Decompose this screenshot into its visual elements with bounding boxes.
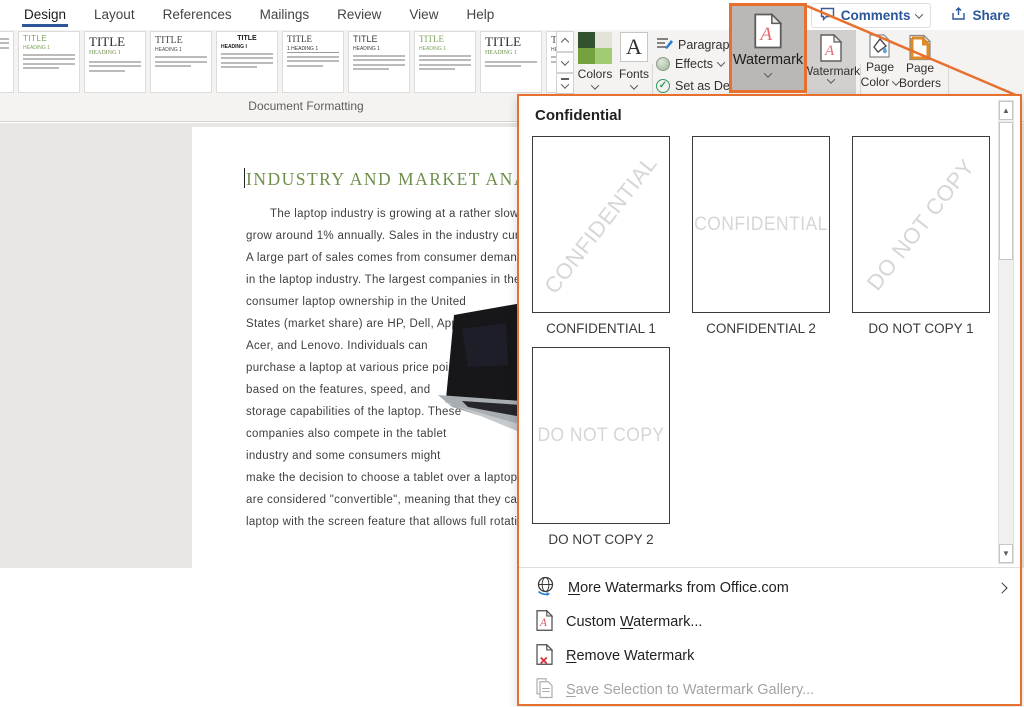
tab-review[interactable]: Review <box>323 0 395 30</box>
watermark-button[interactable]: A Watermark <box>806 30 856 97</box>
tab-design[interactable]: Design <box>10 0 80 30</box>
colors-button[interactable]: Colors <box>575 32 615 96</box>
gallery-more-button[interactable] <box>556 73 574 94</box>
chevron-down-icon <box>717 58 725 66</box>
watermark-option-confidential-1[interactable]: CONFIDENTIAL <box>532 136 670 313</box>
style-set-thumbnail[interactable]: TITLE HEADING I <box>216 31 278 93</box>
menu-item-more-watermarks[interactable]: More Watermarks from Office.com <box>519 571 1020 605</box>
svg-text:A: A <box>824 43 835 59</box>
style-set-thumbnail[interactable]: TITLE HEADING 1 <box>348 31 410 93</box>
scrollbar-thumb[interactable] <box>999 122 1013 260</box>
tab-view[interactable]: View <box>395 0 452 30</box>
comments-button[interactable]: Comments <box>811 3 932 28</box>
watermark-option-confidential-2[interactable]: CONFIDENTIAL <box>692 136 830 313</box>
fonts-button[interactable]: A Fonts <box>614 32 654 96</box>
menu-item-save-selection-to-gallery: Save Selection to Watermark Gallery... <box>519 673 1020 707</box>
tab-layout[interactable]: Layout <box>80 0 149 30</box>
watermark-section-title: Confidential <box>535 107 622 124</box>
chevron-down-icon[interactable] <box>915 10 923 18</box>
watermark-dropdown-panel: Confidential CONFIDENTIAL CONFIDENTIAL D… <box>517 94 1022 706</box>
svg-text:A: A <box>758 24 772 45</box>
effects-icon <box>656 57 670 71</box>
text-cursor <box>244 168 245 188</box>
panel-scrollbar[interactable]: ▲ ▼ <box>998 100 1014 564</box>
chevron-down-icon <box>630 81 638 89</box>
scroll-up-button[interactable]: ▲ <box>999 101 1013 120</box>
tab-mailings[interactable]: Mailings <box>246 0 324 30</box>
tab-references[interactable]: References <box>149 0 246 30</box>
submenu-arrow-icon <box>996 582 1007 593</box>
comment-bubble-icon <box>820 7 835 24</box>
gallery-scroll-up-button[interactable] <box>556 31 574 52</box>
menu-separator <box>519 567 1020 568</box>
checkmark-icon: ✓ <box>656 79 670 93</box>
menu-item-custom-watermark[interactable]: A Custom Watermark... <box>519 605 1020 639</box>
scroll-down-button[interactable]: ▼ <box>999 544 1013 563</box>
paragraph-spacing-icon <box>656 36 673 54</box>
style-set-thumbnail[interactable]: TITLE HEADING 1 <box>84 31 146 93</box>
chevron-down-icon <box>764 69 772 77</box>
gallery-scroll-down-button[interactable] <box>556 52 574 73</box>
style-set-thumbnail[interactable]: TITLE HEADING 1 <box>546 31 556 93</box>
save-gallery-icon <box>536 678 553 703</box>
style-set-thumbnail[interactable] <box>0 31 14 93</box>
watermark-callout[interactable]: A Watermark <box>729 3 807 93</box>
colors-icon <box>578 32 612 64</box>
style-set-thumbnail[interactable]: TITLE 1 HEADING 1 <box>282 31 344 93</box>
share-button[interactable]: Share <box>945 4 1016 27</box>
watermark-option-do-not-copy-2[interactable]: DO NOT COPY <box>532 347 670 524</box>
custom-watermark-icon: A <box>536 610 553 635</box>
watermark-icon: A <box>754 13 782 49</box>
watermark-icon: A <box>820 34 842 62</box>
style-set-thumbnail[interactable]: TITLE HEADING 1 <box>150 31 212 93</box>
style-set-thumbnail[interactable]: TITLE HEADING 1 <box>480 31 542 93</box>
style-set-thumbnail[interactable]: TITLE HEADING 1 <box>18 31 80 93</box>
remove-watermark-icon <box>536 644 553 669</box>
style-set-gallery: TITLE HEADING 1 TITLE HEADING 1 TITLE HE… <box>0 31 556 95</box>
tab-help[interactable]: Help <box>452 0 508 30</box>
share-icon <box>951 7 966 24</box>
set-as-default-button[interactable]: ✓ Set as Defa <box>656 79 740 93</box>
menu-item-remove-watermark[interactable]: Remove Watermark <box>519 639 1020 673</box>
fonts-icon: A <box>620 32 648 62</box>
page-borders-button[interactable]: Page Borders <box>898 34 942 91</box>
page-color-button[interactable]: Page Color <box>858 34 902 90</box>
paragraph-spacing-button[interactable]: Paragraph <box>656 36 736 54</box>
globe-icon <box>536 576 555 600</box>
page-borders-icon <box>908 34 932 61</box>
svg-text:A: A <box>539 616 547 628</box>
style-set-thumbnail[interactable]: TITLE HEADING 1 <box>414 31 476 93</box>
page-color-icon <box>867 34 893 60</box>
laptop-image[interactable] <box>432 303 522 453</box>
watermark-option-do-not-copy-1[interactable]: DO NOT COPY <box>852 136 990 313</box>
chevron-down-icon <box>591 81 599 89</box>
effects-button[interactable]: Effects <box>656 57 724 71</box>
document-page[interactable]: INDUSTRY AND MARKET ANALYSIS The laptop … <box>192 127 560 568</box>
